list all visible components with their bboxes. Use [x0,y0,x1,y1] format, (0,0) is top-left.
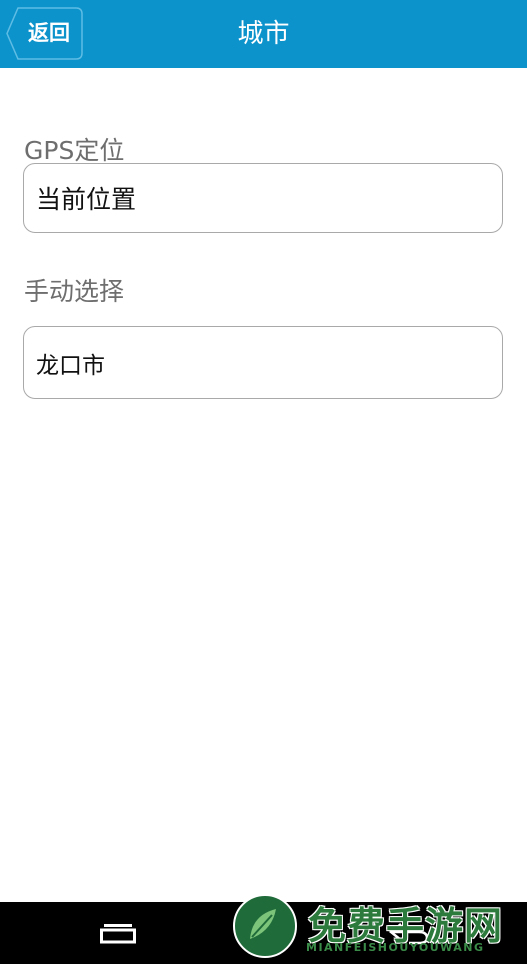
city-screen: 返回 城市 GPS定位 当前位置 手动选择 龙口市 免费手游网 MIANFEIS… [0,0,527,964]
current-location-field[interactable]: 当前位置 [23,163,503,233]
watermark-logo-icon [233,894,297,958]
watermark-subtitle: MIANFEISHOUYOUWANG [306,941,485,954]
selected-city-field[interactable]: 龙口市 [23,326,503,399]
selected-city-text: 龙口市 [36,352,105,379]
current-location-text: 当前位置 [36,185,137,214]
recent-apps-icon [100,924,136,944]
manual-section-label: 手动选择 [24,277,125,306]
header-bar: 返回 城市 [0,0,527,68]
gps-section-label: GPS定位 [24,136,125,165]
page-title: 城市 [237,19,290,49]
recent-apps-button[interactable] [73,902,163,964]
